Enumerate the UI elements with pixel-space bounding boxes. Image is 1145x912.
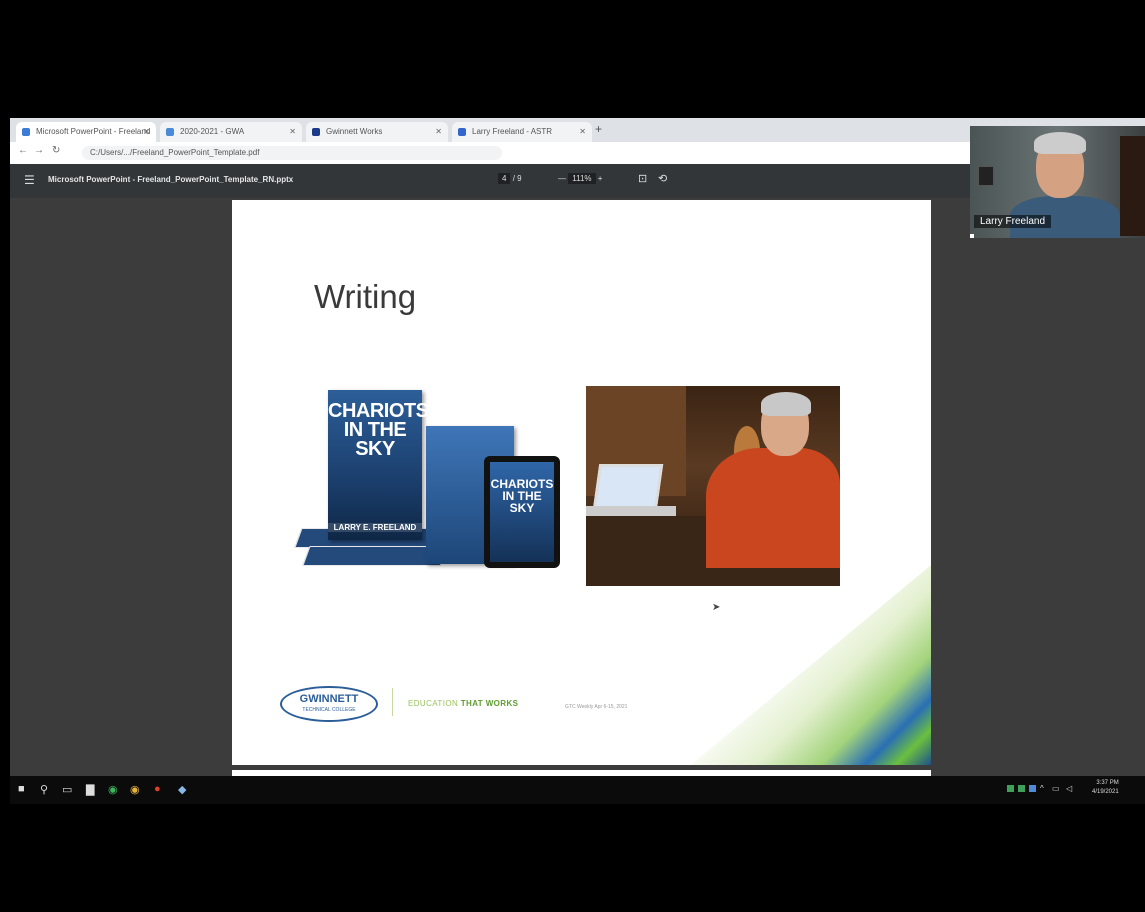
close-tab-icon[interactable]: ✕ — [289, 122, 296, 142]
chrome-browser-icon[interactable]: ◉ — [130, 783, 140, 796]
app-icon-blue[interactable]: ◆ — [178, 783, 186, 796]
windows-start-icon[interactable]: ■ — [18, 783, 25, 795]
footer-swoosh-graphic — [691, 565, 931, 765]
book-cover-main: CHARIOTS IN THE SKY LARRY E. FREELAND — [328, 390, 429, 540]
tagline-part-b: THAT WORKS — [460, 699, 519, 708]
browser-tab-3[interactable]: Gwinnett Works ✕ — [306, 122, 448, 142]
pdf-document-title: Microsoft PowerPoint - Freeland_PowerPoi… — [48, 175, 294, 184]
task-view-icon[interactable]: ▭ — [62, 783, 72, 796]
close-tab-icon[interactable]: ✕ — [435, 122, 442, 142]
volume-icon[interactable]: ◁ — [1066, 784, 1072, 793]
page-number-input[interactable]: 4 — [498, 173, 511, 184]
close-tab-icon[interactable]: ✕ — [579, 122, 586, 142]
tab-favicon-icon — [312, 128, 320, 136]
screen-share-frame: Microsoft PowerPoint - Freeland ✕ 2020-2… — [10, 118, 1145, 804]
tablet-ebook: CHARIOTS IN THE SKY — [484, 456, 560, 568]
search-icon[interactable]: ⚲ — [40, 783, 48, 796]
clock-date: 4/19/2021 — [1092, 789, 1119, 795]
photo-person-hair — [761, 392, 811, 416]
tablet-book-title: CHARIOTS IN THE SKY — [490, 477, 554, 515]
tab-favicon-icon — [22, 128, 30, 136]
logo-subtext: TECHNICAL COLLEGE — [302, 707, 356, 713]
photo-person-body — [706, 448, 840, 568]
zoom-level-input[interactable]: 111% — [568, 173, 596, 184]
photo-laptop — [592, 464, 664, 510]
zoom-out-icon[interactable]: — — [558, 174, 566, 183]
windows-taskbar: ■ ⚲ ▭ ▇ ◉ ◉ ● ◆ ^ ▭ ◁ 3:37 PM 4/19/2021 — [10, 776, 1145, 804]
tab-label: 2020-2021 - GWA — [180, 127, 245, 136]
book-title: CHARIOTS IN THE SKY — [328, 400, 429, 460]
gwinnett-logo: GWINNETT TECHNICAL COLLEGE — [280, 686, 378, 722]
page-total: / 9 — [512, 174, 522, 183]
footer-footnote: GTC Weekly Apr 6-15, 2021 — [565, 704, 628, 710]
tab-label: Gwinnett Works — [326, 127, 383, 136]
video-wall-frame — [978, 166, 994, 186]
zoom-in-icon[interactable]: + — [598, 174, 603, 183]
chevron-up-icon[interactable]: ^ — [1040, 784, 1044, 793]
book-covers-image: CHARIOTS IN THE SKY LARRY E. FREELAND CH… — [294, 390, 568, 610]
zoom-control: — 111% + — [558, 173, 603, 184]
mic-indicator-icon — [970, 234, 974, 238]
footer-divider — [392, 688, 393, 716]
file-explorer-icon[interactable]: ▇ — [86, 783, 94, 796]
clock-time: 3:37 PM — [1096, 780, 1119, 786]
page-indicator: 4 / 9 — [498, 173, 522, 184]
close-tab-icon[interactable]: ✕ — [143, 122, 150, 142]
tab-favicon-icon — [458, 128, 466, 136]
edge-browser-icon[interactable]: ◉ — [108, 783, 118, 796]
book-author: LARRY E. FREELAND — [328, 523, 422, 532]
url-field[interactable]: C:/Users/.../Freeland_PowerPoint_Templat… — [82, 146, 502, 160]
tab-label: Microsoft PowerPoint - Freeland — [36, 127, 151, 136]
footer-tagline: EDUCATION THAT WORKS — [408, 699, 518, 708]
tray-icon-blue[interactable] — [1029, 785, 1036, 792]
forward-arrow-icon[interactable]: → — [34, 145, 44, 156]
author-photo — [586, 386, 840, 586]
logo-text: GWINNETT — [299, 693, 359, 705]
browser-tab-4[interactable]: Larry Freeland - ASTR ✕ — [452, 122, 592, 142]
video-person-hair — [1034, 132, 1086, 154]
slide-title: Writing — [314, 278, 417, 315]
tab-favicon-icon — [166, 128, 174, 136]
tray-icon-green-2[interactable] — [1018, 785, 1025, 792]
network-icon[interactable]: ▭ — [1052, 784, 1060, 793]
taskbar-clock[interactable]: 3:37 PM 4/19/2021 — [1092, 779, 1119, 797]
participant-video-tile[interactable]: Larry Freeland — [970, 126, 1145, 238]
mouse-cursor-icon: ➤ — [712, 602, 721, 613]
app-icon-red[interactable]: ● — [154, 783, 161, 795]
video-second-person — [1120, 136, 1145, 236]
tray-icon-green[interactable] — [1007, 785, 1014, 792]
browser-tab-2[interactable]: 2020-2021 - GWA ✕ — [160, 122, 302, 142]
menu-icon[interactable]: ☰ — [24, 173, 35, 187]
participant-name-label: Larry Freeland — [974, 215, 1052, 228]
new-tab-icon[interactable]: + — [595, 122, 602, 136]
tablet-screen: CHARIOTS IN THE SKY — [490, 462, 554, 562]
browser-tab-1[interactable]: Microsoft PowerPoint - Freeland ✕ — [16, 122, 156, 142]
fit-page-icon[interactable]: ⊡ — [638, 172, 647, 185]
back-arrow-icon[interactable]: ← — [18, 145, 28, 156]
rotate-icon[interactable]: ⟲ — [658, 172, 667, 185]
tagline-part-a: EDUCATION — [408, 699, 459, 708]
slide-page: Writing CHARIOTS IN THE SKY LARRY E. FRE… — [232, 200, 931, 765]
photo-laptop-base — [586, 506, 676, 516]
reload-icon[interactable]: ↻ — [52, 145, 60, 156]
tab-label: Larry Freeland - ASTR — [472, 127, 553, 136]
